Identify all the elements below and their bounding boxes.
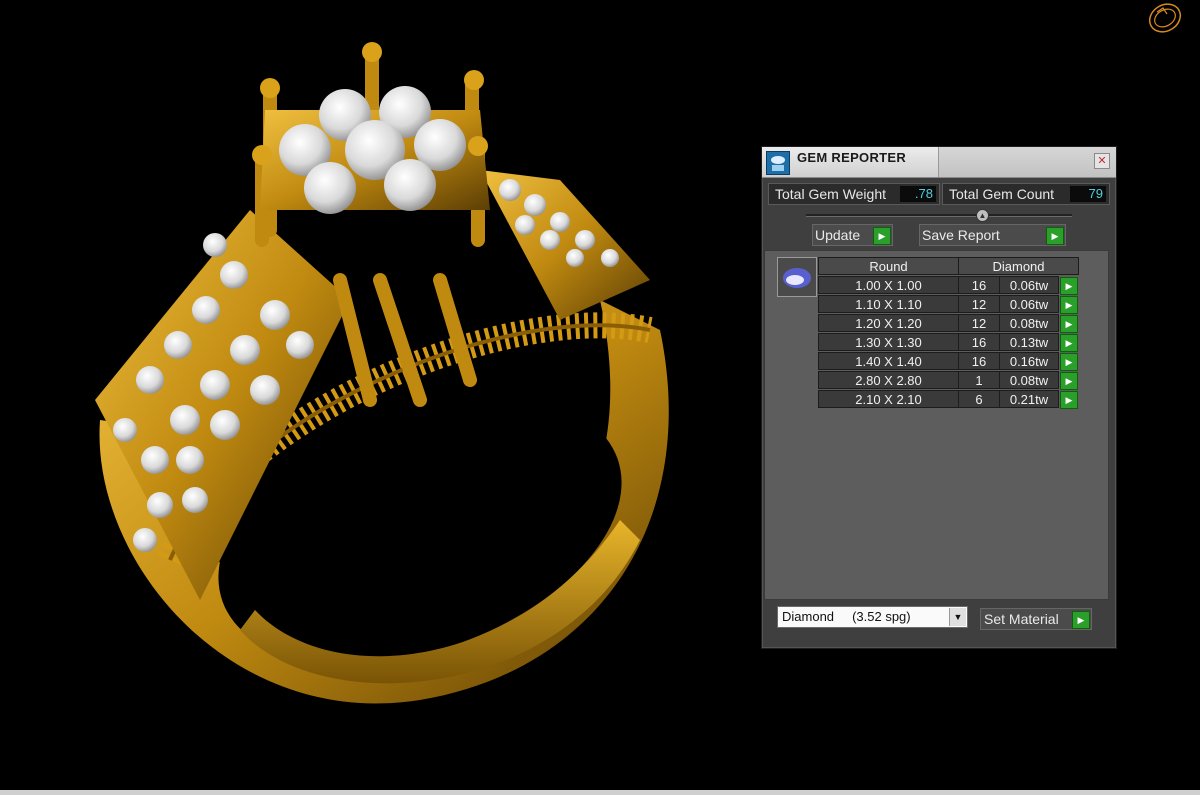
- oval-gem-icon[interactable]: [777, 257, 817, 297]
- slider-track[interactable]: ▲: [806, 209, 1072, 222]
- save-report-label: Save Report: [922, 227, 1000, 243]
- slider-knob-icon[interactable]: ▲: [976, 209, 989, 222]
- total-gem-weight-value: .78: [900, 186, 936, 202]
- play-arrow-icon[interactable]: ▶: [1060, 277, 1078, 295]
- play-arrow-icon: ▶: [1072, 611, 1090, 629]
- gem-count-cell: 16: [958, 333, 1000, 351]
- gem-size-cell: 1.10 X 1.10: [818, 295, 959, 313]
- gem-count-cell: 16: [958, 276, 1000, 294]
- close-button[interactable]: ✕: [1094, 153, 1110, 169]
- play-arrow-icon[interactable]: ▶: [1060, 334, 1078, 352]
- ring-3d-model[interactable]: [0, 0, 760, 790]
- set-material-button[interactable]: Set Material ▶: [980, 608, 1092, 630]
- play-arrow-icon[interactable]: ▶: [1060, 296, 1078, 314]
- shape-header: Round: [818, 257, 959, 275]
- status-strip: [0, 790, 1200, 795]
- gem-weight-cell: 0.08tw: [999, 314, 1059, 332]
- update-label: Update: [815, 227, 861, 243]
- gem-count-cell: 16: [958, 352, 1000, 370]
- total-gem-count-box: Total Gem Count 79: [942, 183, 1110, 205]
- panel-title: GEM REPORTER: [797, 150, 907, 165]
- gem-count-cell: 6: [958, 390, 1000, 408]
- ring-outline-icon[interactable]: [1140, 0, 1190, 40]
- gem-count-cell: 1: [958, 371, 1000, 389]
- material-select-value: Diamond (3.52 spg): [782, 609, 911, 624]
- gem-size-cell: 1.40 X 1.40: [818, 352, 959, 370]
- play-arrow-icon[interactable]: ▶: [1060, 372, 1078, 390]
- gem-weight-cell: 0.21tw: [999, 390, 1059, 408]
- gem-count-cell: 12: [958, 314, 1000, 332]
- play-arrow-icon[interactable]: ▶: [1060, 353, 1078, 371]
- set-material-label: Set Material: [984, 611, 1059, 627]
- gem-size-cell: 1.20 X 1.20: [818, 314, 959, 332]
- total-gem-count-label: Total Gem Count: [949, 186, 1055, 202]
- gem-list-area: Round Diamond 1.00 X 1.00 16 0.06tw ▶ 1.10 X…: [764, 250, 1109, 600]
- gem-count-cell: 12: [958, 295, 1000, 313]
- gem-size-cell: 2.80 X 2.80: [818, 371, 959, 389]
- panel-titlebar[interactable]: GEM REPORTER ✕: [762, 147, 1116, 178]
- play-arrow-icon: ▶: [873, 227, 891, 245]
- gem-weight-cell: 0.16tw: [999, 352, 1059, 370]
- title-tab: GEM REPORTER: [762, 147, 939, 177]
- gem-weight-cell: 0.13tw: [999, 333, 1059, 351]
- gem-reporter-app-icon: [766, 151, 790, 175]
- gem-size-cell: 1.00 X 1.00: [818, 276, 959, 294]
- save-report-button[interactable]: Save Report ▶: [919, 224, 1066, 246]
- material-select[interactable]: Diamond (3.52 spg) ▼: [777, 606, 968, 628]
- play-arrow-icon[interactable]: ▶: [1060, 391, 1078, 409]
- total-gem-weight-label: Total Gem Weight: [775, 186, 887, 202]
- gem-weight-cell: 0.06tw: [999, 276, 1059, 294]
- play-arrow-icon[interactable]: ▶: [1060, 315, 1078, 333]
- update-button[interactable]: Update ▶: [812, 224, 893, 246]
- gem-size-cell: 2.10 X 2.10: [818, 390, 959, 408]
- gem-weight-cell: 0.06tw: [999, 295, 1059, 313]
- chevron-down-icon[interactable]: ▼: [949, 608, 966, 626]
- gem-size-cell: 1.30 X 1.30: [818, 333, 959, 351]
- total-gem-count-value: 79: [1070, 186, 1106, 202]
- play-arrow-icon: ▶: [1046, 227, 1064, 245]
- gem-reporter-panel: GEM REPORTER ✕ Total Gem Weight .78 Tota…: [761, 146, 1117, 649]
- material-header: Diamond: [958, 257, 1079, 275]
- total-gem-weight-box: Total Gem Weight .78: [768, 183, 940, 205]
- gem-weight-cell: 0.08tw: [999, 371, 1059, 389]
